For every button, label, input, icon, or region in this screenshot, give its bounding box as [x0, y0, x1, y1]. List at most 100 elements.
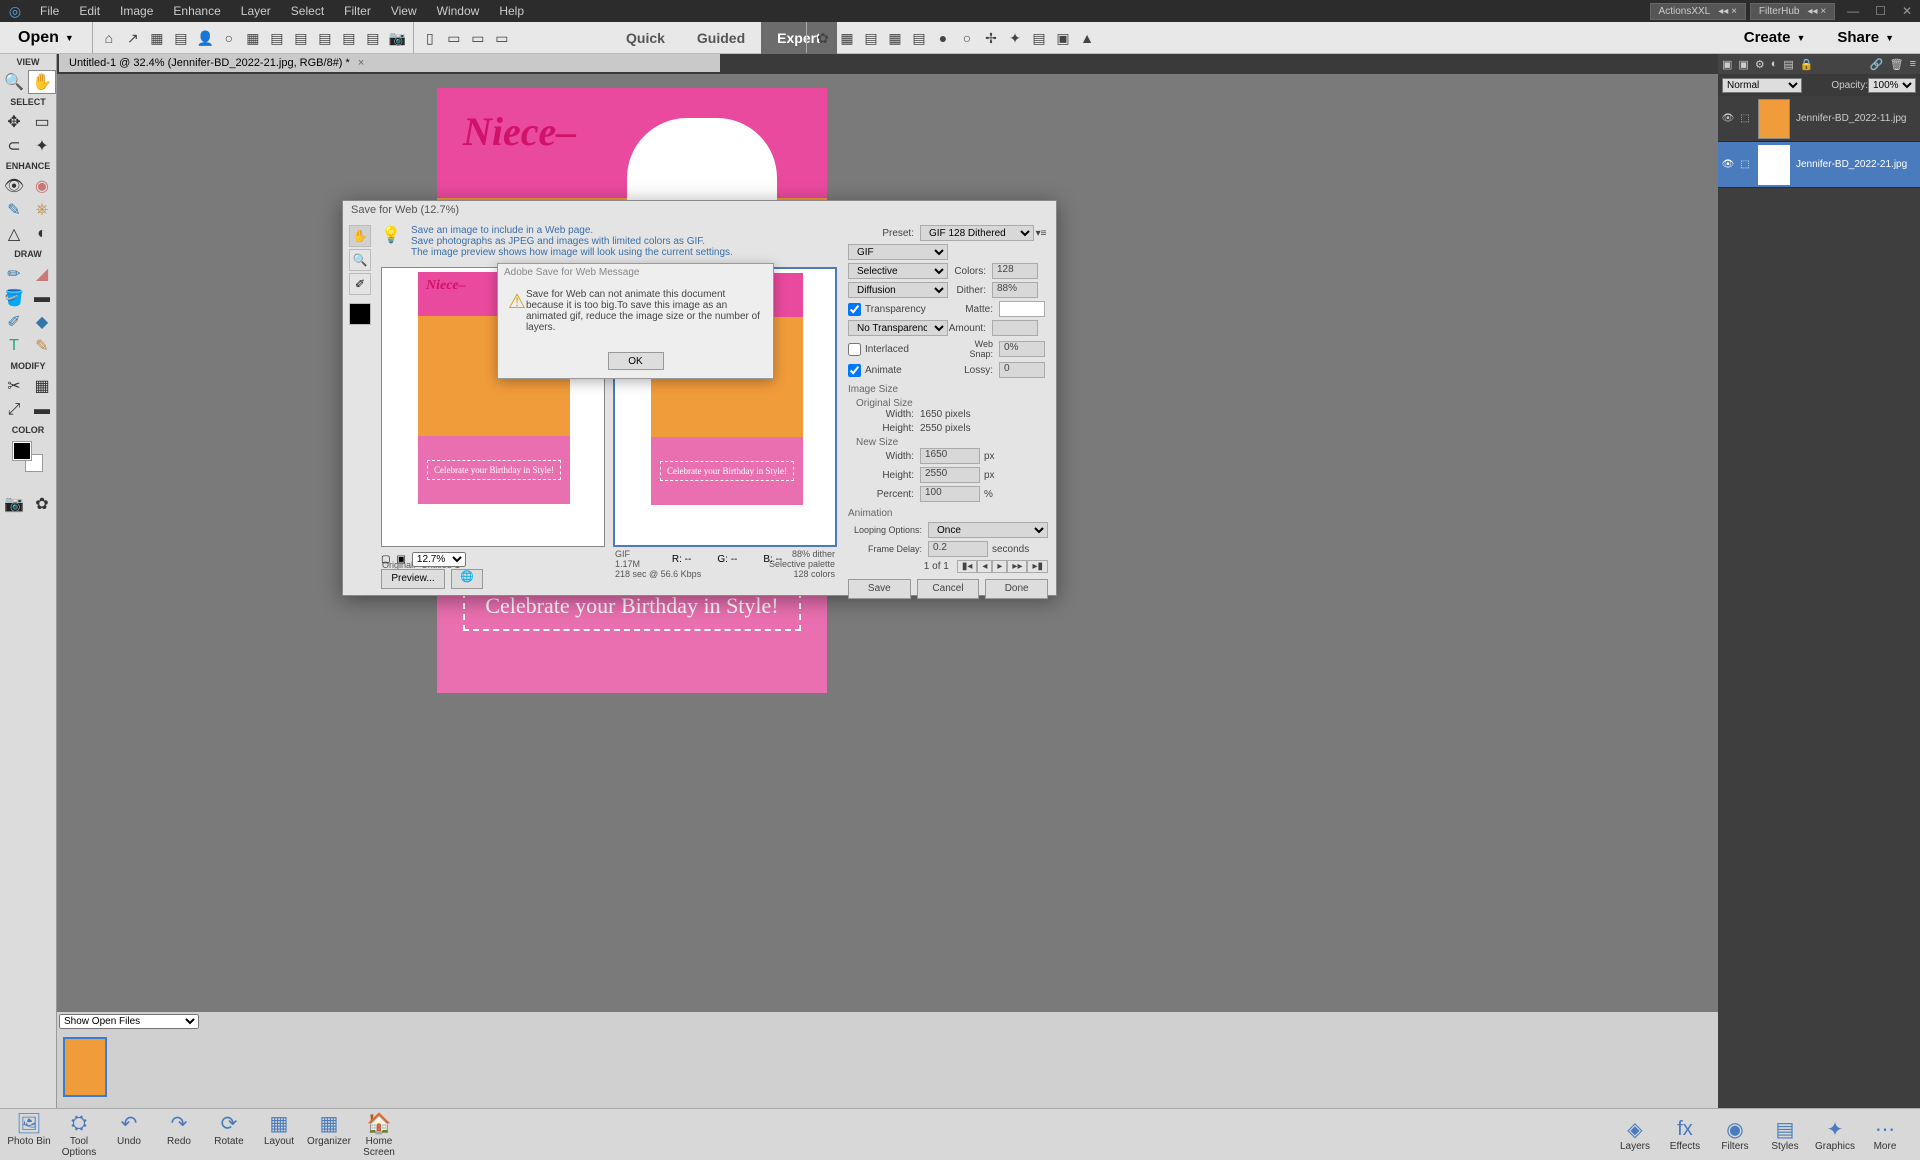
zoom-tool[interactable]: 🔍 [0, 70, 28, 94]
redo-button[interactable]: ↷Redo [154, 1112, 204, 1158]
more-button[interactable]: ⋯More [1860, 1117, 1910, 1152]
group-icon[interactable]: ▣ [1738, 58, 1748, 71]
brush-tool[interactable]: ✎ [0, 198, 28, 222]
menu-select[interactable]: Select [281, 4, 334, 18]
preset-select[interactable]: GIF 128 Dithered [920, 225, 1034, 241]
menu-window[interactable]: Window [427, 4, 490, 18]
toolbar-icon-r10[interactable]: ▤ [1031, 30, 1047, 46]
toolbar-icon-13[interactable]: 📷 [389, 30, 405, 46]
redeye-tool[interactable]: 👁 [0, 174, 28, 198]
toolbar-icon-1[interactable]: ⌂ [101, 30, 117, 46]
cancel-button[interactable]: Cancel [917, 579, 980, 599]
mask-icon[interactable]: ◐ [1771, 58, 1778, 70]
tool-options-button[interactable]: ⛭Tool Options [54, 1112, 104, 1158]
toolbar-icon-r8[interactable]: ✢ [983, 30, 999, 46]
frame-play-icon[interactable]: ▸ [992, 560, 1007, 573]
lock-icon[interactable]: 🔒 [1800, 58, 1814, 71]
trans-dither-select[interactable]: No Transparency Dither [848, 320, 948, 336]
menu-help[interactable]: Help [489, 4, 534, 18]
graphics-button[interactable]: ✦Graphics [1810, 1117, 1860, 1152]
lasso-tool[interactable]: ⊂ [0, 134, 28, 158]
toolbar-icon-6[interactable]: ○ [221, 30, 237, 46]
toolbar-icon-2[interactable]: ↗ [125, 30, 141, 46]
done-button[interactable]: Done [985, 579, 1048, 599]
toolbar-icon-15[interactable]: ▭ [446, 30, 462, 46]
menu-icon[interactable]: ≡ [1910, 58, 1916, 70]
recompose-tool[interactable]: ▦ [28, 374, 56, 398]
open-file-thumbnail[interactable] [63, 1037, 107, 1097]
ok-button[interactable]: OK [608, 352, 664, 370]
toolbar-icon-r1[interactable]: ✿ [815, 30, 831, 46]
dither-input[interactable]: 88% [992, 282, 1038, 298]
eraser-tool[interactable]: ◢ [28, 262, 56, 286]
color-swatch-small[interactable] [349, 303, 371, 325]
hand-tool-icon[interactable]: ✋ [349, 225, 371, 247]
amount-input[interactable] [992, 320, 1038, 336]
menu-edit[interactable]: Edit [69, 4, 110, 18]
frame-first-icon[interactable]: ▮◂ [957, 560, 978, 573]
toolbar-icon-7[interactable]: ▦ [245, 30, 261, 46]
colors-input[interactable]: 128 [992, 263, 1038, 279]
adjust-icon[interactable]: ▤ [1783, 58, 1793, 71]
toggle-2[interactable]: ▣ [396, 554, 405, 565]
toolbar-icon-12[interactable]: ▤ [365, 30, 381, 46]
bottom-tool-2[interactable]: ✿ [28, 492, 56, 516]
menu-enhance[interactable]: Enhance [163, 4, 230, 18]
blend-mode-select[interactable]: Normal [1722, 78, 1802, 93]
panel-filterhub[interactable]: FilterHub◂◂ × [1750, 3, 1835, 20]
rotate-button[interactable]: ⟳Rotate [204, 1112, 254, 1158]
browser-preview-icon[interactable]: 🌐 [451, 569, 483, 589]
toolbar-icon-r9[interactable]: ✦ [1007, 30, 1023, 46]
mode-quick[interactable]: Quick [610, 22, 681, 54]
menu-filter[interactable]: Filter [334, 4, 381, 18]
share-button[interactable]: Share ▼ [1821, 29, 1910, 46]
percent-input[interactable]: 100 [920, 486, 980, 502]
toolbar-icon-16[interactable]: ▭ [470, 30, 486, 46]
panel-actionsxxl[interactable]: ActionsXXL◂◂ × [1650, 3, 1746, 20]
layers-button[interactable]: ◈Layers [1610, 1117, 1660, 1152]
win-close-icon[interactable]: ✕ [1894, 4, 1920, 18]
win-maximize-icon[interactable]: ☐ [1867, 4, 1894, 18]
win-minimize-icon[interactable]: — [1839, 4, 1867, 18]
matte-input[interactable] [999, 301, 1045, 317]
eyedropper-tool[interactable]: ✐ [0, 310, 28, 334]
fx-icon[interactable]: ⚙ [1755, 58, 1765, 71]
zoom-tool-icon[interactable]: 🔍 [349, 249, 371, 271]
visibility-icon[interactable]: 👁 [1718, 113, 1738, 124]
toolbar-icon-r11[interactable]: ▣ [1055, 30, 1071, 46]
show-open-files-select[interactable]: Show Open Files [59, 1014, 199, 1029]
toolbar-icon-8[interactable]: ▤ [269, 30, 285, 46]
toggle-1[interactable]: ▢ [381, 554, 390, 565]
toolbar-icon-r5[interactable]: ▤ [911, 30, 927, 46]
frame-next-icon[interactable]: ▸▸ [1007, 560, 1027, 573]
toolbar-icon-r2[interactable]: ▦ [839, 30, 855, 46]
filters-button[interactable]: ◉Filters [1710, 1117, 1760, 1152]
save-button[interactable]: Save [848, 579, 911, 599]
bottom-tool-1[interactable]: 📷 [0, 492, 28, 516]
organizer-button[interactable]: ▦Organizer [304, 1112, 354, 1158]
transparency-checkbox[interactable] [848, 303, 861, 316]
quick-select-tool[interactable]: ✦ [28, 134, 56, 158]
opacity-select[interactable]: 100% [1868, 78, 1916, 93]
toolbar-icon-17[interactable]: ▭ [494, 30, 510, 46]
interlaced-checkbox[interactable] [848, 343, 861, 356]
styles-button[interactable]: ▤Styles [1760, 1117, 1810, 1152]
eyedropper-tool-icon[interactable]: ✐ [349, 273, 371, 295]
frame-prev-icon[interactable]: ◂ [977, 560, 992, 573]
straighten-tool[interactable]: ▬ [28, 398, 56, 422]
menu-layer[interactable]: Layer [231, 4, 281, 18]
home-button[interactable]: 🏠Home Screen [354, 1112, 404, 1158]
menu-image[interactable]: Image [110, 4, 163, 18]
new-height-input[interactable]: 2550 [920, 467, 980, 483]
toolbar-icon-4[interactable]: ▤ [173, 30, 189, 46]
spot-heal-tool[interactable]: ◉ [28, 174, 56, 198]
trash-icon[interactable]: 🗑 [1890, 58, 1904, 71]
content-move-tool[interactable]: ⤢ [0, 398, 28, 422]
new-layer-icon[interactable]: ▣ [1722, 58, 1732, 71]
toolbar-icon-9[interactable]: ▤ [293, 30, 309, 46]
animate-checkbox[interactable] [848, 364, 861, 377]
layout-button[interactable]: ▦Layout [254, 1112, 304, 1158]
toolbar-icon-r3[interactable]: ▤ [863, 30, 879, 46]
preset-menu-icon[interactable]: ▾≡ [1034, 228, 1048, 239]
toolbar-icon-r7[interactable]: ○ [959, 30, 975, 46]
